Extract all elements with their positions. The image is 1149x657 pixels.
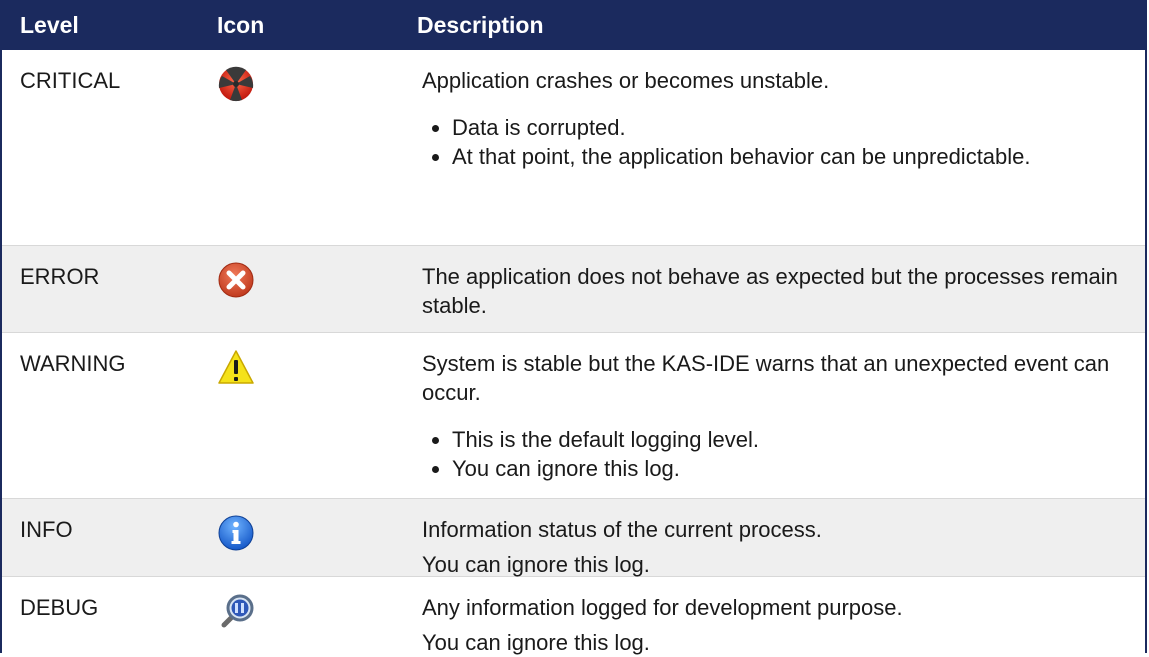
description: The application does not behave as expec… — [422, 262, 1125, 320]
table-row: WARNING System is stable but the KAS-IDE… — [2, 333, 1145, 499]
list-item: Data is corrupted. — [452, 113, 1125, 142]
info-icon — [218, 515, 254, 551]
table-row: DEBUG Any information logged for develop… — [2, 577, 1145, 655]
description: Information status of the current proces… — [422, 515, 1125, 579]
bullet-list: Data is corrupted. At that point, the ap… — [422, 113, 1125, 171]
header-level: Level — [20, 12, 79, 38]
table-header: Level Icon Description — [2, 0, 1145, 50]
list-item: You can ignore this log. — [452, 454, 1125, 483]
header-description: Description — [417, 12, 544, 38]
description-text: Application crashes or becomes unstable. — [422, 68, 830, 93]
description: System is stable but the KAS-IDE warns t… — [422, 349, 1125, 483]
bullet-list: This is the default logging level. You c… — [422, 425, 1125, 483]
debug-icon — [221, 594, 254, 628]
error-icon — [218, 262, 254, 298]
description-text: System is stable but the KAS-IDE warns t… — [422, 351, 1110, 405]
level-label: CRITICAL — [20, 68, 121, 93]
level-label: ERROR — [20, 264, 100, 289]
description: Application crashes or becomes unstable.… — [422, 66, 1125, 171]
description-text: The application does not behave as expec… — [422, 264, 1118, 318]
table-row: CRITICAL Application crashes or becomes … — [2, 50, 1145, 246]
list-item: At that point, the application behavior … — [452, 142, 1125, 171]
level-label: INFO — [20, 517, 73, 542]
description-text: Information status of the current proces… — [422, 517, 822, 542]
warning-icon — [218, 350, 254, 384]
description-text-secondary: You can ignore this log. — [422, 552, 650, 577]
table-row: ERROR The application does not behave as… — [2, 246, 1145, 333]
level-label: DEBUG — [20, 595, 99, 620]
table-row: INFO Information status of the current p… — [2, 499, 1145, 577]
list-item: This is the default logging level. — [452, 425, 1125, 454]
description-text: Any information logged for development p… — [422, 595, 903, 620]
header-icon: Icon — [217, 12, 265, 38]
level-label: WARNING — [20, 351, 126, 376]
critical-icon — [218, 66, 254, 102]
description: Any information logged for development p… — [422, 593, 1125, 657]
log-level-table: Level Icon Description CRITICAL Applicat… — [0, 0, 1147, 655]
